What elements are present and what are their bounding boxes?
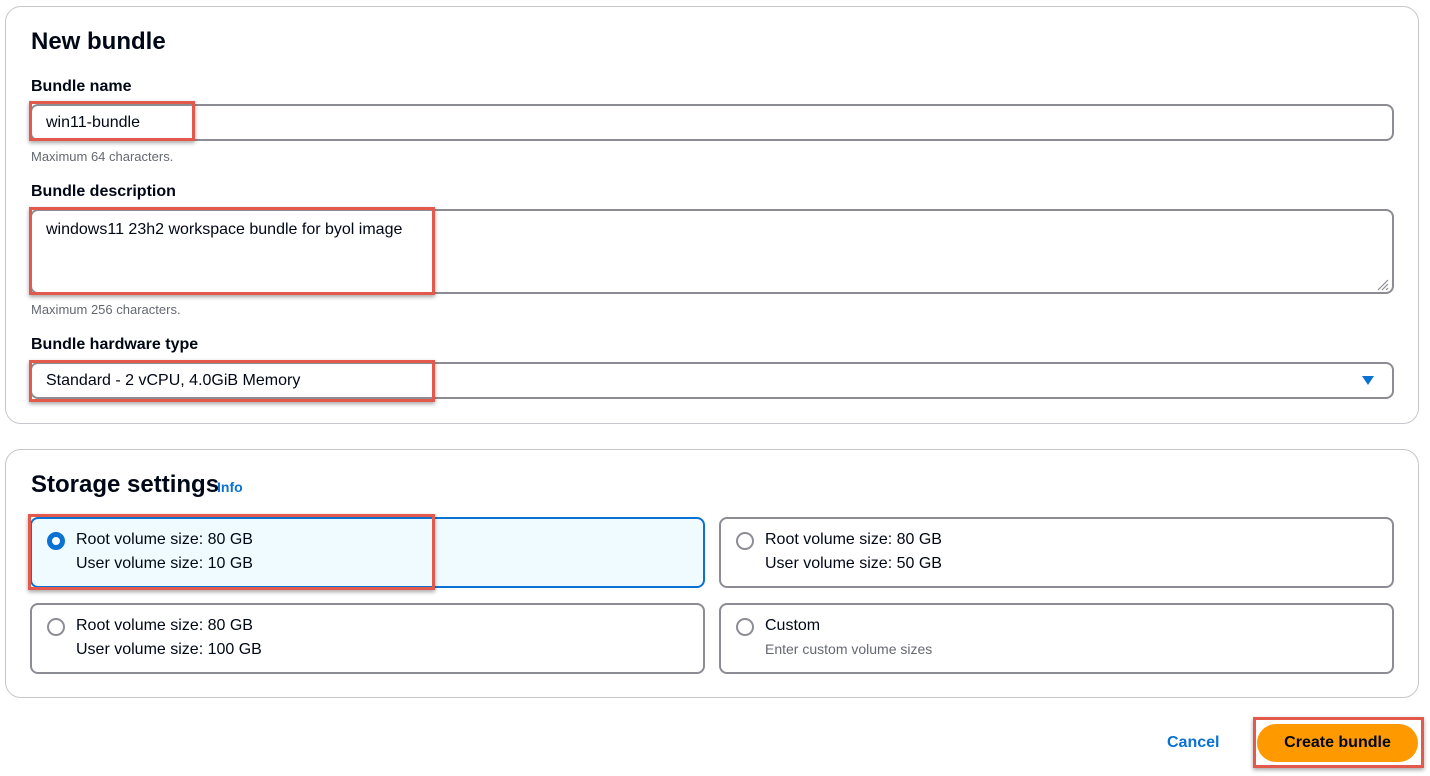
bundle-name-label: Bundle name [31, 78, 132, 95]
resize-grip-icon[interactable] [1375, 277, 1389, 291]
bundle-description-hint: Maximum 256 characters. [31, 302, 181, 317]
create-bundle-button[interactable]: Create bundle [1257, 724, 1418, 762]
storage-option-80-50[interactable]: Root volume size: 80 GB User volume size… [719, 517, 1394, 588]
storage-option-custom-hint: Enter custom volume sizes [765, 641, 933, 657]
bundle-name-hint: Maximum 64 characters. [31, 149, 174, 164]
bundle-hardware-select[interactable]: Standard - 2 vCPU, 4.0GiB Memory [30, 362, 1394, 399]
storage-info-link[interactable]: Info [217, 479, 243, 495]
bundle-description-input[interactable]: windows11 23h2 workspace bundle for byol… [30, 209, 1394, 294]
radio-unchecked-icon[interactable] [736, 618, 754, 636]
radio-unchecked-icon[interactable] [47, 618, 65, 636]
storage-option-root: Root volume size: 80 GB [76, 531, 253, 548]
storage-option-root: Root volume size: 80 GB [765, 531, 942, 548]
radio-unchecked-icon[interactable] [736, 532, 754, 550]
storage-settings-title: Storage settings [31, 471, 220, 498]
new-bundle-title: New bundle [31, 28, 166, 55]
bundle-hardware-label: Bundle hardware type [31, 336, 199, 353]
storage-option-80-10[interactable]: Root volume size: 80 GB User volume size… [30, 517, 705, 588]
storage-option-custom-label: Custom [765, 617, 821, 634]
cancel-button[interactable]: Cancel [1167, 734, 1219, 752]
storage-option-root: Root volume size: 80 GB [76, 617, 253, 634]
storage-option-user: User volume size: 100 GB [76, 641, 262, 658]
bundle-name-input[interactable] [30, 104, 1394, 141]
storage-option-user: User volume size: 50 GB [765, 555, 942, 572]
radio-checked-icon[interactable] [47, 532, 65, 550]
storage-option-user: User volume size: 10 GB [76, 555, 253, 572]
storage-option-custom[interactable]: Custom Enter custom volume sizes [719, 603, 1394, 674]
bundle-hardware-value: Standard - 2 vCPU, 4.0GiB Memory [46, 371, 301, 389]
bundle-description-label: Bundle description [31, 183, 176, 200]
storage-option-80-100[interactable]: Root volume size: 80 GB User volume size… [30, 603, 705, 674]
caret-down-icon[interactable] [1362, 376, 1374, 385]
